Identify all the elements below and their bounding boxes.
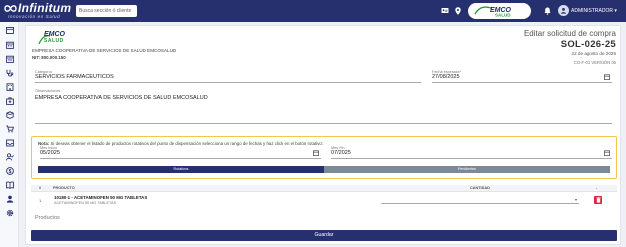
document-version: CO-F-01 VERSIÓN 06 [573, 60, 616, 65]
pendientes-button[interactable]: Pendientes [324, 166, 610, 173]
row-product-name: 10180-1 - ACETAMINOFEN 50 MG TABLETAS [54, 195, 148, 200]
col-actions: - [596, 186, 598, 190]
page-title: Editar solicitud de compra [523, 29, 616, 38]
mes-inicio-field[interactable]: Mes Inicio 05/2025 [40, 146, 321, 159]
building-icon[interactable] [5, 82, 14, 91]
box-icon[interactable] [5, 110, 14, 119]
search-input[interactable]: Busca sección ó cliente [76, 5, 137, 17]
observaciones-value: EMPRESA COOPERATIVA DE SERVICIOS DE SALU… [35, 95, 208, 101]
medkit-icon[interactable] [5, 96, 14, 105]
company-nit: NIT: 800.000.150 [32, 55, 66, 60]
chevron-down-icon: ▾ [614, 8, 617, 14]
document-date: 22 de agosto de 2025 [571, 51, 616, 56]
categoria-field[interactable]: Categoría SERVICIOS FARMACEUTICOS [35, 70, 421, 83]
calendar-alt-icon[interactable] [5, 54, 14, 63]
svg-text:SALUD: SALUD [495, 13, 511, 18]
observaciones-label: Observaciones [35, 89, 61, 93]
delete-row-button[interactable] [594, 196, 602, 204]
emco-salud-badge: EMCO SALUD [468, 3, 531, 19]
id-card-icon[interactable] [440, 6, 449, 15]
trash-icon [595, 197, 601, 203]
user-menu[interactable]: ADMINISTRADOR ▾ [571, 8, 617, 14]
quantity-select[interactable]: ▾ [381, 196, 579, 204]
rotativos-button[interactable]: Rotativos [38, 166, 324, 173]
bell-icon[interactable] [543, 6, 552, 15]
user-icon[interactable] [5, 194, 14, 203]
company-logo-emco: EMCO [44, 31, 65, 38]
document-code: SOL-026-25 [560, 39, 616, 50]
svg-text:$: $ [8, 168, 11, 174]
fecha-esperada-field[interactable]: Fecha esperada* 27/08/2025 [432, 70, 612, 83]
row-product-desc: ACETAMINOFEN 50 MG TABLETAS [54, 201, 117, 205]
user-check-icon[interactable] [5, 152, 14, 161]
col-quantity: CANTIDAD [470, 186, 490, 190]
location-pin-icon[interactable] [453, 6, 462, 15]
col-number: # [39, 186, 42, 190]
main-card [25, 25, 621, 245]
mes-fin-field[interactable]: Mes Fin 07/2025 [331, 146, 612, 159]
company-name: EMPRESA COOPERATIVA DE SERVICIOS DE SALU… [32, 48, 177, 53]
save-button[interactable]: Guardar [31, 230, 617, 241]
menu-icon[interactable] [5, 26, 14, 35]
inbox-icon[interactable] [5, 138, 14, 147]
stethoscope-icon[interactable] [5, 68, 14, 77]
mes-inicio-value: 05/2025 [40, 150, 60, 156]
calendar-icon[interactable] [5, 40, 14, 49]
row-number: 1 [39, 198, 42, 203]
col-product: PRODUCTO [53, 186, 75, 190]
logo-text: Infinitum [18, 1, 72, 15]
chevron-down-icon: ▾ [574, 197, 577, 202]
user-name-label: ADMINISTRADOR [571, 8, 613, 14]
fecha-esperada-value: 27/08/2025 [432, 74, 460, 80]
mes-fin-value: 07/2025 [331, 150, 351, 156]
categoria-value: SERVICIOS FARMACEUTICOS [35, 74, 114, 80]
book-icon[interactable] [5, 180, 14, 189]
gear-icon[interactable] [5, 208, 14, 217]
company-logo-salud: SALUD [44, 38, 64, 44]
user-avatar-icon[interactable] [558, 5, 569, 16]
app-logo[interactable]: Infinitum Innovación en Salud [4, 2, 71, 20]
calendar-icon[interactable] [604, 150, 610, 156]
sidebar: $ [0, 22, 19, 247]
cart-icon[interactable] [5, 124, 14, 133]
dollar-icon[interactable]: $ [5, 166, 14, 175]
calendar-icon[interactable] [604, 74, 610, 80]
calendar-icon[interactable] [313, 150, 319, 156]
products-table-header: # PRODUCTO CANTIDAD - [31, 185, 617, 192]
infinitum-logo-icon [4, 4, 17, 12]
productos-label: Productos [35, 215, 60, 221]
observaciones-field[interactable]: Observaciones EMPRESA COOPERATIVA DE SER… [35, 89, 612, 124]
top-navbar: Infinitum Innovación en Salud Busca secc… [0, 0, 626, 22]
